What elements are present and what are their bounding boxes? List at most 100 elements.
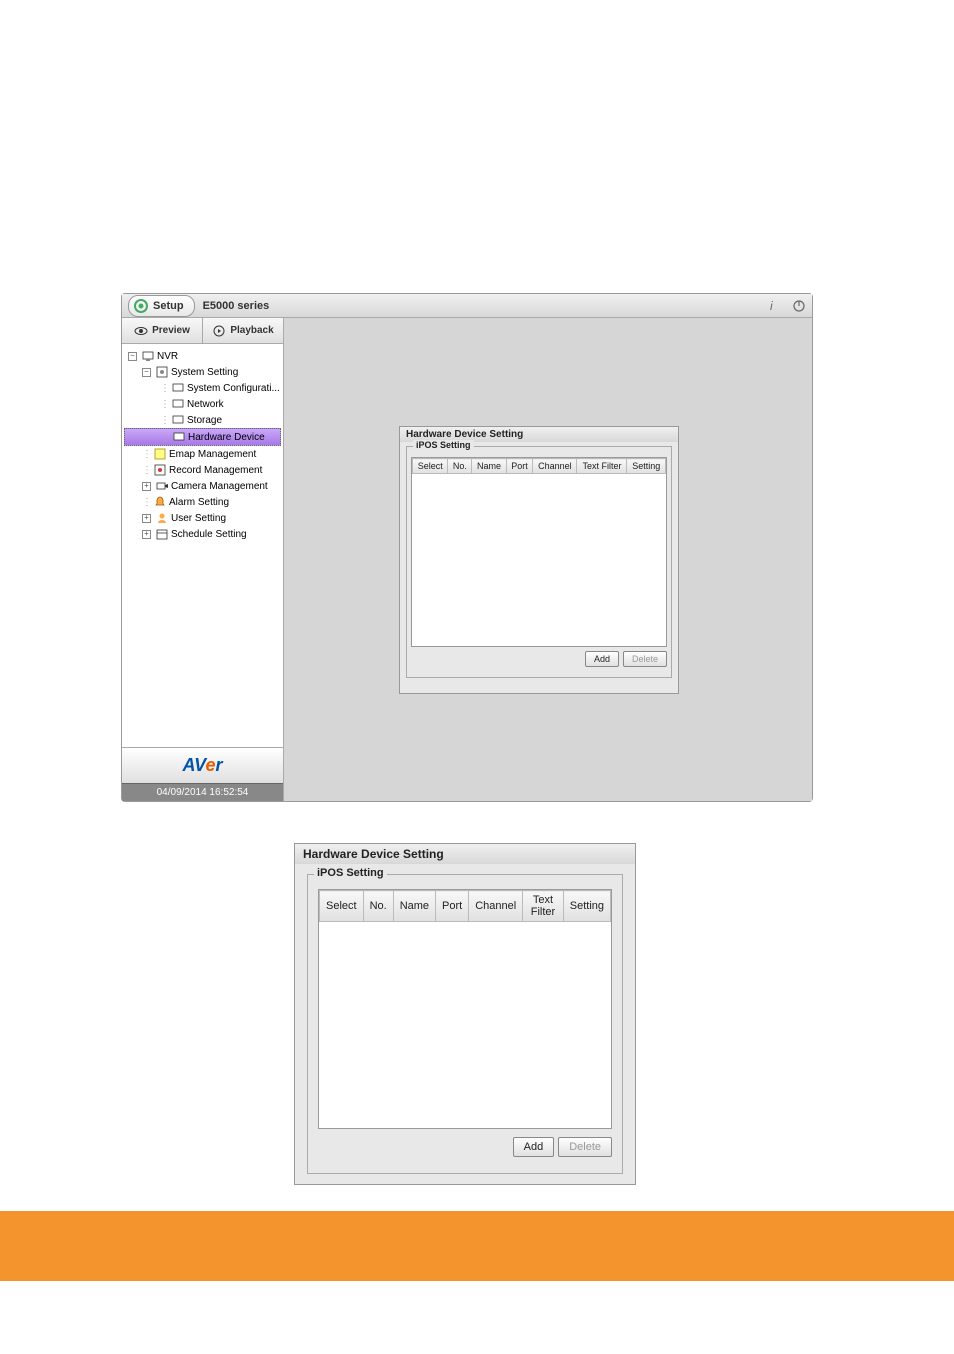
- detail-add-button[interactable]: Add: [513, 1137, 555, 1157]
- col-channel[interactable]: Channel: [533, 459, 577, 474]
- power-icon[interactable]: [792, 299, 806, 313]
- detail-panel-title: Hardware Device Setting: [295, 844, 635, 864]
- col-name[interactable]: Name: [472, 459, 506, 474]
- detail-col-setting[interactable]: Setting: [563, 891, 610, 922]
- tree-schedule-label: Schedule Setting: [171, 529, 247, 540]
- storage-icon: [171, 413, 185, 427]
- titlebar: Setup E5000 series i: [122, 294, 812, 318]
- tree-nvr[interactable]: − NVR: [124, 348, 281, 364]
- record-icon: [153, 463, 167, 477]
- timestamp-bar: 04/09/2014 16:52:54: [122, 783, 283, 801]
- add-button[interactable]: Add: [585, 651, 619, 667]
- tree-emap-label: Emap Management: [169, 449, 256, 460]
- tree-system-config-label: System Configurati...: [187, 383, 280, 394]
- content-area: Hardware Device Setting iPOS Setting Sel…: [284, 318, 812, 801]
- tree-line: ⋮: [142, 497, 151, 508]
- tree-camera-label: Camera Management: [171, 481, 268, 492]
- app-window: Setup E5000 series i Preview: [121, 293, 813, 802]
- tree-user[interactable]: + User Setting: [124, 510, 281, 526]
- tree-record-label: Record Management: [169, 465, 262, 476]
- logo-r: r: [216, 755, 223, 775]
- window-title: E5000 series: [203, 300, 270, 312]
- detail-col-channel[interactable]: Channel: [469, 891, 523, 922]
- expand-icon[interactable]: +: [142, 482, 151, 491]
- tab-row: Preview Playback: [122, 318, 283, 344]
- network-icon: [171, 397, 185, 411]
- tree-alarm[interactable]: ⋮ Alarm Setting: [124, 494, 281, 510]
- info-icon[interactable]: i: [770, 299, 784, 313]
- detail-col-text-filter[interactable]: Text Filter: [523, 891, 564, 922]
- expand-icon[interactable]: +: [142, 514, 151, 523]
- logo: AVer: [182, 755, 222, 776]
- tree-emap[interactable]: ⋮ Emap Management: [124, 446, 281, 462]
- detail-col-port[interactable]: Port: [436, 891, 469, 922]
- detail-table-header-row: Select No. Name Port Channel Text Filter…: [320, 891, 611, 922]
- tree-camera[interactable]: + Camera Management: [124, 478, 281, 494]
- setup-tab[interactable]: Setup: [128, 295, 195, 317]
- col-select[interactable]: Select: [413, 459, 448, 474]
- logo-area: AVer: [122, 747, 283, 783]
- tree-record[interactable]: ⋮ Record Management: [124, 462, 281, 478]
- tree-hardware-device[interactable]: ⋮ Hardware Device: [124, 428, 281, 446]
- tree-hardware-device-label: Hardware Device: [188, 432, 265, 443]
- settings-icon: [155, 365, 169, 379]
- col-setting[interactable]: Setting: [627, 459, 666, 474]
- detail-ipos-legend: iPOS Setting: [314, 867, 387, 879]
- delete-button[interactable]: Delete: [623, 651, 667, 667]
- ipos-legend: iPOS Setting: [413, 440, 474, 450]
- tree-system-setting[interactable]: − System Setting: [124, 364, 281, 380]
- playback-icon: [212, 324, 226, 338]
- col-port[interactable]: Port: [506, 459, 533, 474]
- ipos-table: Select No. Name Port Channel Text Filter…: [412, 458, 666, 474]
- hardware-icon: [172, 430, 186, 444]
- nav-tree: − NVR − System Setting ⋮: [122, 344, 283, 747]
- detail-col-no[interactable]: No.: [363, 891, 393, 922]
- detail-col-select[interactable]: Select: [320, 891, 364, 922]
- titlebar-icons: i: [770, 299, 806, 313]
- detail-col-name[interactable]: Name: [393, 891, 435, 922]
- tree-storage[interactable]: ⋮ Storage: [124, 412, 281, 428]
- hardware-device-detail-panel: Hardware Device Setting iPOS Setting Sel…: [294, 843, 636, 1185]
- ipos-table-container: Select No. Name Port Channel Text Filter…: [411, 457, 667, 647]
- footer-bar: [0, 1211, 954, 1281]
- tree-nvr-label: NVR: [157, 351, 178, 362]
- tree-system-setting-label: System Setting: [171, 367, 238, 378]
- timestamp: 04/09/2014 16:52:54: [157, 787, 249, 798]
- detail-button-row: Add Delete: [318, 1137, 612, 1157]
- tree-schedule[interactable]: + Schedule Setting: [124, 526, 281, 542]
- tab-preview-label: Preview: [152, 325, 190, 336]
- collapse-icon[interactable]: −: [128, 352, 137, 361]
- tab-playback-label: Playback: [230, 325, 273, 336]
- tree-storage-label: Storage: [187, 415, 222, 426]
- map-icon: [153, 447, 167, 461]
- tree-line: ⋮: [161, 432, 170, 443]
- tree-system-config[interactable]: ⋮ System Configurati...: [124, 380, 281, 396]
- gear-icon: [133, 298, 149, 314]
- config-icon: [171, 381, 185, 395]
- alarm-icon: [153, 495, 167, 509]
- tab-preview[interactable]: Preview: [122, 318, 203, 343]
- user-icon: [155, 511, 169, 525]
- tree-network[interactable]: ⋮ Network: [124, 396, 281, 412]
- setup-label: Setup: [153, 300, 184, 312]
- collapse-icon[interactable]: −: [142, 368, 151, 377]
- tab-playback[interactable]: Playback: [203, 318, 283, 343]
- ipos-fieldset: iPOS Setting Select No. Name Port Channe…: [406, 446, 672, 678]
- tree-line: ⋮: [142, 465, 151, 476]
- col-no[interactable]: No.: [448, 459, 472, 474]
- eye-icon: [134, 324, 148, 338]
- tree-line: ⋮: [142, 449, 151, 460]
- schedule-icon: [155, 527, 169, 541]
- tree-alarm-label: Alarm Setting: [169, 497, 229, 508]
- detail-ipos-fieldset: iPOS Setting Select No. Name Port Channe…: [307, 874, 623, 1174]
- expand-icon[interactable]: +: [142, 530, 151, 539]
- detail-delete-button[interactable]: Delete: [558, 1137, 612, 1157]
- tree-line: ⋮: [160, 383, 169, 394]
- detail-ipos-table-container: Select No. Name Port Channel Text Filter…: [318, 889, 612, 1129]
- camera-icon: [155, 479, 169, 493]
- button-row: Add Delete: [411, 651, 667, 667]
- tree-line: ⋮: [160, 415, 169, 426]
- col-text-filter[interactable]: Text Filter: [577, 459, 627, 474]
- computer-icon: [141, 349, 155, 363]
- tree-line: ⋮: [160, 399, 169, 410]
